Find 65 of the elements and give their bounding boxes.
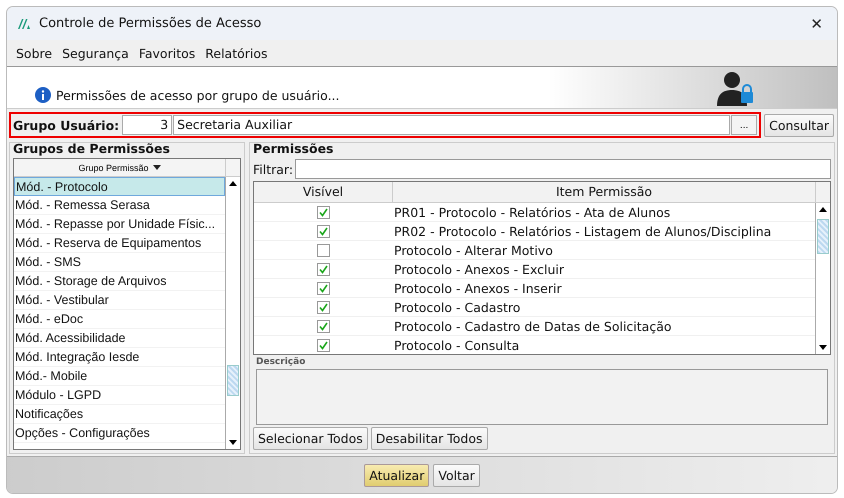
permission-name: Protocolo - Cadastro <box>394 300 520 314</box>
footer-button[interactable]: Voltar <box>433 464 480 486</box>
permission-name: Protocolo - Alterar Motivo <box>394 242 553 258</box>
group-list-item[interactable]: Mód. - Vestibular <box>14 291 225 310</box>
checkbox[interactable] <box>316 300 330 314</box>
query-button[interactable]: Consultar <box>764 114 834 136</box>
scrollbar[interactable] <box>815 203 830 354</box>
checkbox[interactable] <box>316 206 330 218</box>
scroll-down-icon[interactable] <box>229 440 237 445</box>
menu-item[interactable]: Favoritos <box>134 46 200 60</box>
filter-label: Filtrar: <box>253 162 294 176</box>
scroll-up-icon[interactable] <box>229 181 237 186</box>
permission-name: Protocolo - Cadastro de Datas de Solicitação <box>394 318 672 334</box>
permission-name: Protocolo - Anexos - Excluir <box>394 262 564 276</box>
user-lock-icon <box>715 70 755 106</box>
menu-item[interactable]: Segurança <box>57 46 134 60</box>
group-list-item[interactable]: Mód.- Mobile <box>14 367 225 386</box>
column-header[interactable]: Visível <box>254 182 393 202</box>
permission-name: PR01 - Protocolo - Relatórios - Ata de Alunos <box>394 204 670 220</box>
panel-title: Grupos de Permissões <box>13 141 171 157</box>
group-list-item[interactable]: Mód. - Remessa Serasa <box>14 196 225 215</box>
scrollbar[interactable] <box>225 177 240 449</box>
permission-name: PR02 - Protocolo - Relatórios - Listagem de Alunos/Disciplina <box>394 224 772 238</box>
permission-name: Protocolo - Consulta <box>394 338 520 352</box>
sort-down-icon <box>152 165 161 170</box>
checkbox[interactable] <box>316 244 330 256</box>
panel-title: Permissões <box>253 141 334 157</box>
group-list-item[interactable]: Mód. - SMS <box>14 253 225 272</box>
group-list-item[interactable]: Módulo - LGPD <box>14 386 225 405</box>
group-list-item[interactable]: Mód. Acessibilidade <box>14 329 225 348</box>
banner-text: Permissões de acesso por grupo de usuário... <box>56 88 340 103</box>
menu-item[interactable]: Sobre <box>11 46 58 60</box>
group-list-item[interactable]: Mód. - Repasse por Unidade Físic... <box>14 215 225 234</box>
field-label: Grupo Usuário: <box>13 118 120 132</box>
group-code-field[interactable]: 3 <box>122 115 172 135</box>
info-icon <box>35 87 51 103</box>
footer-button[interactable]: Atualizar <box>364 464 430 486</box>
browse-button[interactable]: ... <box>731 115 758 135</box>
column-header[interactable]: Item Permissão <box>393 182 816 202</box>
scroll-down-icon[interactable] <box>819 345 827 350</box>
group-list-item[interactable]: Mód. - Storage de Arquivos <box>14 272 225 291</box>
scroll-thumb[interactable] <box>227 364 239 396</box>
action-button[interactable]: Desabilitar Todos <box>370 427 488 450</box>
group-list-item[interactable]: Mód. - Protocolo <box>14 177 225 196</box>
scroll-up-icon[interactable] <box>819 207 827 212</box>
group-list-item[interactable]: Notificações <box>14 405 225 424</box>
app-logo-icon <box>17 18 31 30</box>
group-list-item[interactable]: Opções - Configurações <box>14 424 225 443</box>
section-label: Descrição <box>256 357 306 367</box>
action-button[interactable]: Selecionar Todos <box>253 427 368 450</box>
checkbox[interactable] <box>316 320 330 332</box>
group-name-field[interactable]: Secretaria Auxiliar <box>173 115 730 135</box>
menu-item[interactable]: Relatórios <box>200 46 273 60</box>
checkbox[interactable] <box>316 262 330 276</box>
checkbox[interactable] <box>316 282 330 294</box>
checkbox[interactable] <box>316 338 330 352</box>
group-list-item[interactable]: Mód. - eDoc <box>14 310 225 329</box>
checkbox[interactable] <box>316 224 330 238</box>
group-list-item[interactable]: Mód. - Reserva de Equipamentos <box>14 234 225 253</box>
close-button[interactable]: ✕ <box>804 14 829 32</box>
filter-field[interactable] <box>295 159 831 179</box>
scroll-thumb[interactable] <box>817 218 829 254</box>
window-title: Controle de Permissões de Acesso <box>39 16 262 31</box>
group-list-item[interactable]: Mód. Integração Iesde <box>14 348 225 367</box>
permission-name: Protocolo - Anexos - Inserir <box>394 280 562 296</box>
